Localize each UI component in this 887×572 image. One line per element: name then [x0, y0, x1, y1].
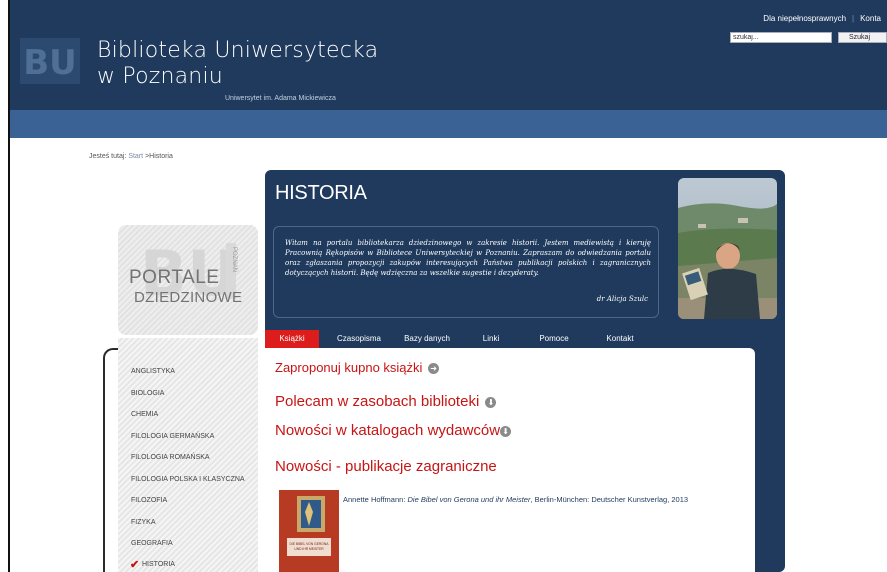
book-title: Die Bibel von Gerona und ihr Meister: [407, 495, 531, 504]
recommend-label: Polecam w zasobach biblioteki: [275, 393, 480, 410]
breadcrumb-prefix: Jesteś tutaj:: [89, 153, 127, 160]
svg-text:POZNAŃ: POZNAŃ: [231, 247, 238, 272]
arrow-down-icon: ⬇: [500, 426, 512, 437]
propose-book-link[interactable]: Zaproponuj kupno książki ➜: [275, 360, 440, 375]
sidebar-item-historia[interactable]: ✔ HISTORIA: [130, 559, 175, 571]
sidebar-item-fizyka[interactable]: FIZYKA: [131, 519, 156, 526]
arrow-down-icon: ⬇: [485, 397, 497, 408]
sidebar-item-label: HISTORIA: [142, 561, 175, 568]
logo-letters: BU: [23, 43, 77, 83]
tab-pomoce[interactable]: Pomoce: [531, 330, 577, 348]
librarian-photo: [678, 178, 777, 319]
account-link[interactable]: Konta: [854, 14, 887, 23]
search-input[interactable]: [730, 32, 832, 43]
recommend-link[interactable]: Polecam w zasobach biblioteki ⬇: [275, 393, 497, 410]
portal-title-line2: DZIEDZINOWE: [134, 289, 243, 306]
portal-logo[interactable]: BU POZNAŃ PORTALE DZIEDZINOWE: [118, 225, 258, 335]
breadcrumb-current: Historia: [149, 153, 173, 160]
publishers-news-label: Nowości w katalogach wydawców: [275, 422, 501, 439]
foreign-publications-heading[interactable]: Nowości - publikacje zagraniczne: [275, 458, 497, 475]
site-title-line1: Biblioteka Uniwersytecka: [97, 38, 379, 63]
accessibility-link[interactable]: Dla niepełnosprawnych: [757, 14, 852, 23]
sidebar-item-chemia[interactable]: CHEMIA: [131, 411, 158, 418]
tab-linki[interactable]: Linki: [473, 330, 509, 348]
site-title[interactable]: Biblioteka Uniwersytecka w Poznaniu: [97, 38, 378, 90]
tab-kontakt[interactable]: Kontakt: [597, 330, 643, 348]
tab-czasopisma[interactable]: Czasopisma: [327, 330, 391, 348]
tab-content: Zaproponuj kupno książki ➜ Polecam w zas…: [265, 348, 755, 572]
portal-title-line1: PORTALE: [129, 267, 220, 288]
sidebar-item-filozofia[interactable]: FILOZOFIA: [131, 497, 167, 504]
tab-ksiazki[interactable]: Książki: [265, 330, 319, 348]
page-title: HISTORIA: [275, 182, 367, 204]
publishers-news-link[interactable]: Nowości w katalogach wydawców ⬇: [275, 422, 512, 439]
sidebar-item-biologia[interactable]: BIOLOGIA: [131, 390, 164, 397]
propose-book-label: Zaproponuj kupno książki: [275, 360, 423, 375]
sidebar-item-geografia[interactable]: GEOGRAFIA: [131, 540, 173, 547]
search-button[interactable]: Szukaj: [838, 32, 887, 43]
breadcrumb-start-link[interactable]: Start: [128, 153, 143, 160]
checkmark-icon: ✔: [130, 559, 140, 571]
book-publisher: , Berlin-München: Deutscher Kunstverlag,…: [530, 495, 689, 504]
section-tabs: Książki Czasopisma Bazy danych Linki Pom…: [265, 330, 755, 348]
welcome-quote: Witam na portalu bibliotekarza dziedzino…: [285, 239, 651, 277]
welcome-quote-box: Witam na portalu bibliotekarza dziedzino…: [273, 226, 659, 318]
sidebar-item-anglistyka[interactable]: ANGLISTYKA: [131, 368, 175, 375]
site-title-line2: w Poznaniu: [97, 64, 223, 89]
book-author: Annette Hoffmann:: [343, 495, 406, 504]
book-cover-image[interactable]: DIE BIBEL VON GERONA UND IHR MEISTER: [279, 490, 339, 572]
sidebar-item-filologia-germanska[interactable]: FILOLOGIA GERMAŃSKA: [131, 433, 214, 440]
quote-signature: dr Alicja Szulc: [596, 295, 648, 303]
nav-bar: [10, 110, 887, 138]
sidebar-item-filologia-romanska[interactable]: FILOLOGIA ROMAŃSKA: [131, 454, 210, 461]
svg-text:UND IHR MEISTER: UND IHR MEISTER: [294, 547, 324, 551]
book-entry[interactable]: Annette Hoffmann: Die Bibel von Gerona u…: [343, 495, 688, 504]
site-subtitle: Uniwersytet im. Adama Mickiewicza: [225, 95, 336, 102]
breadcrumb: Jesteś tutaj: Start >Historia: [89, 153, 173, 160]
sidebar-item-filologia-polska[interactable]: FILOLOGIA POLSKA I KLASYCZNA: [131, 476, 245, 483]
arrow-right-icon: ➜: [428, 363, 440, 374]
bu-logo-icon[interactable]: BU: [20, 38, 80, 84]
tab-bazy-danych[interactable]: Bazy danych: [397, 330, 457, 348]
top-links: Dla niepełnosprawnych | Konta: [757, 14, 887, 23]
sidebar-menu: ANGLISTYKA BIOLOGIA CHEMIA FILOLOGIA GER…: [118, 338, 258, 572]
svg-text:DIE BIBEL VON GERONA: DIE BIBEL VON GERONA: [290, 542, 330, 546]
